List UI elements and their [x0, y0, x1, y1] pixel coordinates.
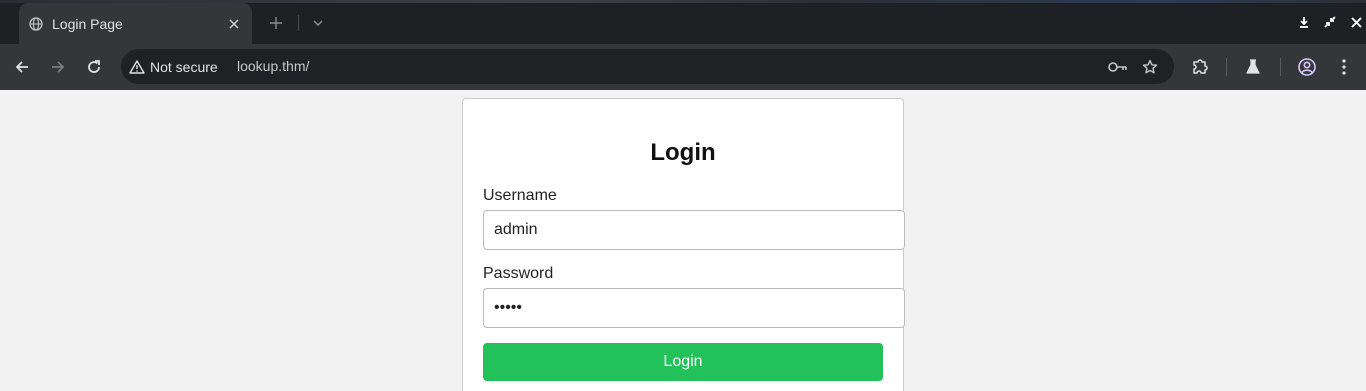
restore-window-icon[interactable] — [1321, 13, 1339, 31]
url-text[interactable]: lookup.thm/ — [237, 58, 309, 74]
security-label: Not secure — [150, 58, 218, 75]
site-security-chip[interactable]: Not secure — [129, 55, 218, 78]
profile-icon[interactable] — [1295, 55, 1319, 79]
login-button[interactable]: Login — [483, 343, 883, 381]
download-icon[interactable] — [1295, 13, 1313, 31]
tab-title: Login Page — [52, 15, 123, 32]
tab-divider — [298, 15, 299, 31]
flask-icon[interactable] — [1241, 55, 1265, 79]
forward-arrow-icon[interactable] — [46, 55, 70, 79]
kebab-menu-icon[interactable] — [1332, 55, 1356, 79]
password-field[interactable] — [483, 288, 905, 328]
browser-toolbar: Not secure lookup.thm/ — [0, 44, 1366, 90]
reload-icon[interactable] — [82, 55, 106, 79]
page-title: Login — [650, 139, 716, 166]
username-field[interactable] — [483, 210, 905, 250]
chevron-down-icon[interactable] — [307, 12, 329, 34]
tab-strip: Login Page — [0, 0, 1366, 44]
username-label: Username — [483, 187, 557, 204]
close-window-icon[interactable] — [1347, 13, 1365, 31]
star-icon[interactable] — [1140, 57, 1160, 77]
globe-icon — [29, 16, 43, 31]
new-tab-icon[interactable] — [265, 12, 287, 34]
login-card: Login Username Password Login — [462, 98, 905, 391]
tab-close-icon[interactable] — [224, 14, 244, 34]
address-bar[interactable]: Not secure lookup.thm/ — [121, 49, 1174, 84]
password-label: Password — [483, 265, 554, 282]
puzzle-icon[interactable] — [1188, 55, 1212, 79]
key-icon[interactable] — [1108, 57, 1128, 77]
warning-icon — [129, 59, 145, 74]
tab-active[interactable]: Login Page — [19, 3, 252, 44]
back-arrow-icon[interactable] — [10, 55, 34, 79]
toolbar-divider — [1280, 58, 1281, 76]
toolbar-divider — [1226, 58, 1227, 76]
